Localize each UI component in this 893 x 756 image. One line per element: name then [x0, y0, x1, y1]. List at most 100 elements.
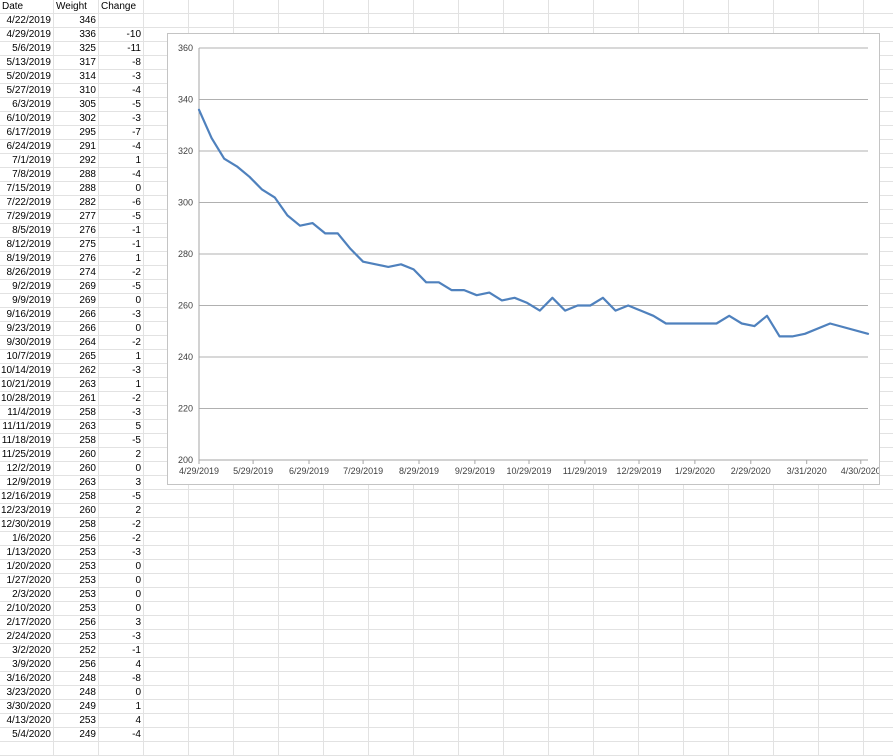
empty-cell[interactable] — [639, 672, 684, 686]
empty-cell[interactable] — [414, 0, 459, 14]
weight-cell[interactable]: 256 — [54, 532, 99, 546]
empty-cell[interactable] — [774, 560, 819, 574]
weight-cell[interactable]: 282 — [54, 196, 99, 210]
empty-cell[interactable] — [504, 0, 549, 14]
empty-cell[interactable] — [684, 644, 729, 658]
empty-cell[interactable] — [189, 532, 234, 546]
empty-cell[interactable] — [549, 700, 594, 714]
weight-cell[interactable]: 249 — [54, 700, 99, 714]
change-cell[interactable]: 0 — [99, 462, 144, 476]
empty-cell[interactable] — [324, 560, 369, 574]
empty-cell[interactable] — [369, 504, 414, 518]
column-header-date[interactable]: Date — [0, 0, 54, 14]
weight-cell[interactable]: 260 — [54, 448, 99, 462]
empty-cell[interactable] — [729, 616, 774, 630]
change-cell[interactable]: 0 — [99, 182, 144, 196]
empty-cell[interactable] — [774, 504, 819, 518]
empty-cell[interactable] — [189, 658, 234, 672]
date-cell[interactable]: 4/13/2020 — [0, 714, 54, 728]
empty-cell[interactable] — [819, 714, 864, 728]
empty-cell[interactable] — [279, 490, 324, 504]
empty-cell[interactable] — [324, 602, 369, 616]
weight-cell[interactable]: 276 — [54, 224, 99, 238]
empty-cell[interactable] — [684, 504, 729, 518]
empty-cell[interactable] — [639, 728, 684, 742]
empty-cell[interactable] — [639, 630, 684, 644]
weight-cell[interactable]: 275 — [54, 238, 99, 252]
date-cell[interactable]: 10/14/2019 — [0, 364, 54, 378]
empty-cell[interactable] — [684, 742, 729, 756]
empty-cell[interactable] — [684, 728, 729, 742]
empty-cell[interactable] — [504, 560, 549, 574]
date-cell[interactable]: 9/9/2019 — [0, 294, 54, 308]
date-cell[interactable]: 6/24/2019 — [0, 140, 54, 154]
date-cell[interactable]: 6/17/2019 — [0, 126, 54, 140]
change-cell[interactable]: -8 — [99, 672, 144, 686]
empty-cell[interactable] — [279, 14, 324, 28]
change-cell[interactable]: -3 — [99, 70, 144, 84]
empty-cell[interactable] — [864, 742, 893, 756]
empty-cell[interactable] — [774, 532, 819, 546]
empty-cell[interactable] — [594, 518, 639, 532]
change-cell[interactable]: -7 — [99, 126, 144, 140]
date-cell[interactable]: 3/16/2020 — [0, 672, 54, 686]
empty-cell[interactable] — [54, 742, 99, 756]
date-cell[interactable]: 5/6/2019 — [0, 42, 54, 56]
date-cell[interactable]: 3/2/2020 — [0, 644, 54, 658]
change-cell[interactable]: -5 — [99, 98, 144, 112]
empty-cell[interactable] — [639, 560, 684, 574]
empty-cell[interactable] — [369, 518, 414, 532]
empty-cell[interactable] — [774, 518, 819, 532]
empty-cell[interactable] — [549, 532, 594, 546]
date-cell[interactable]: 4/29/2019 — [0, 28, 54, 42]
date-cell[interactable]: 7/8/2019 — [0, 168, 54, 182]
change-cell[interactable]: 0 — [99, 602, 144, 616]
change-cell[interactable]: -3 — [99, 406, 144, 420]
empty-cell[interactable] — [864, 616, 893, 630]
weight-cell[interactable]: 253 — [54, 588, 99, 602]
empty-cell[interactable] — [504, 658, 549, 672]
change-cell[interactable]: -5 — [99, 434, 144, 448]
empty-cell[interactable] — [414, 14, 459, 28]
empty-cell[interactable] — [819, 700, 864, 714]
empty-cell[interactable] — [729, 532, 774, 546]
empty-cell[interactable] — [549, 616, 594, 630]
empty-cell[interactable] — [864, 728, 893, 742]
empty-cell[interactable] — [369, 714, 414, 728]
date-cell[interactable]: 8/12/2019 — [0, 238, 54, 252]
empty-cell[interactable] — [684, 616, 729, 630]
weight-cell[interactable]: 292 — [54, 154, 99, 168]
empty-cell[interactable] — [729, 644, 774, 658]
empty-cell[interactable] — [729, 686, 774, 700]
weight-cell[interactable]: 269 — [54, 280, 99, 294]
empty-cell[interactable] — [774, 0, 819, 14]
date-cell[interactable]: 11/18/2019 — [0, 434, 54, 448]
empty-cell[interactable] — [864, 574, 893, 588]
empty-cell[interactable] — [639, 0, 684, 14]
weight-cell[interactable]: 248 — [54, 672, 99, 686]
empty-cell[interactable] — [639, 546, 684, 560]
date-cell[interactable]: 7/1/2019 — [0, 154, 54, 168]
empty-cell[interactable] — [549, 658, 594, 672]
weight-cell[interactable]: 262 — [54, 364, 99, 378]
empty-cell[interactable] — [819, 742, 864, 756]
empty-cell[interactable] — [414, 546, 459, 560]
empty-cell[interactable] — [279, 616, 324, 630]
empty-cell[interactable] — [279, 588, 324, 602]
empty-cell[interactable] — [414, 714, 459, 728]
date-cell[interactable]: 9/16/2019 — [0, 308, 54, 322]
empty-cell[interactable] — [774, 658, 819, 672]
empty-cell[interactable] — [144, 504, 189, 518]
empty-cell[interactable] — [279, 532, 324, 546]
empty-cell[interactable] — [369, 742, 414, 756]
weight-cell[interactable]: 256 — [54, 658, 99, 672]
change-cell[interactable]: -10 — [99, 28, 144, 42]
change-cell[interactable]: -1 — [99, 224, 144, 238]
empty-cell[interactable] — [144, 686, 189, 700]
date-cell[interactable]: 3/30/2020 — [0, 700, 54, 714]
weight-cell[interactable]: 266 — [54, 308, 99, 322]
empty-cell[interactable] — [189, 672, 234, 686]
empty-cell[interactable] — [324, 742, 369, 756]
empty-cell[interactable] — [729, 700, 774, 714]
empty-cell[interactable] — [819, 672, 864, 686]
